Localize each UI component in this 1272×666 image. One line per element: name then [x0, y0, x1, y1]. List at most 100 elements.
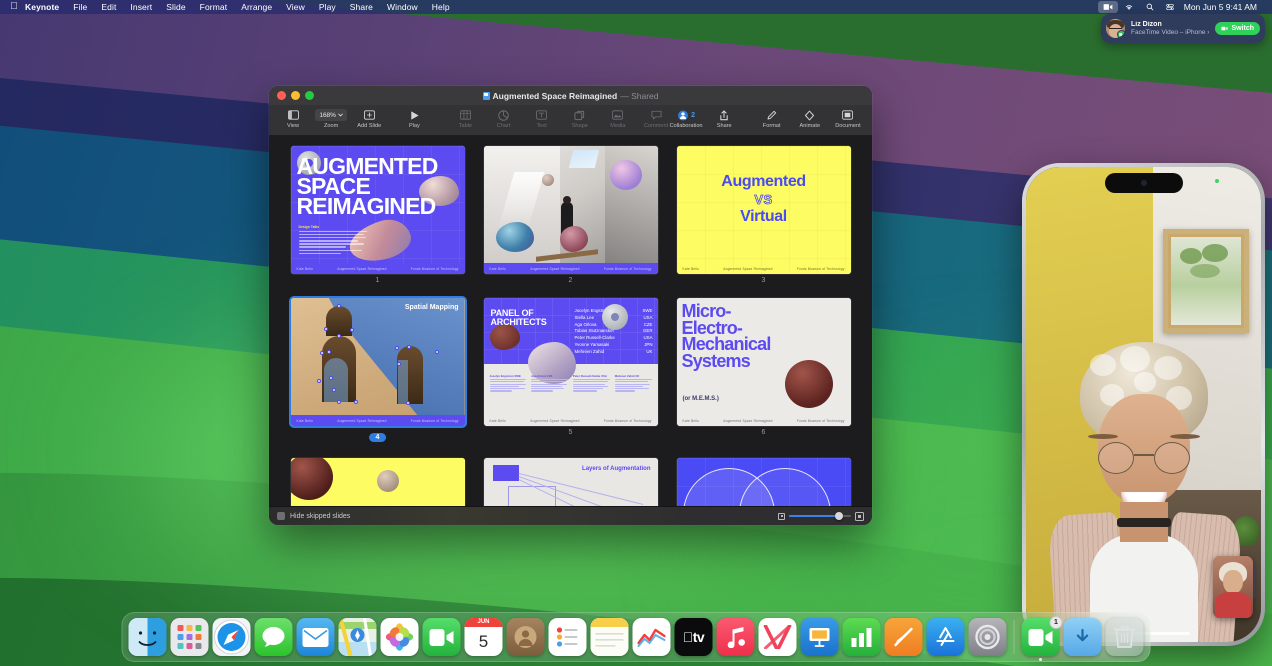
dock-item-safari[interactable] [213, 618, 251, 656]
dock-item-notes[interactable] [591, 618, 629, 656]
hide-skipped-slides-checkbox[interactable] [277, 512, 285, 520]
slide2-blob-red [560, 226, 588, 252]
slide-thumbnail-6[interactable]: Micro- Electro- Mechanical Systems (or M… [677, 298, 851, 426]
dock-item-app-store[interactable] [927, 618, 965, 656]
slide-cell-5[interactable]: PANEL OF ARCHITECTS Jocelyn EngstromSWE … [484, 298, 658, 444]
slide-thumbnail-9[interactable]: PHYSICAL AUGMENTED VIRTUAL [677, 458, 851, 506]
menu-item-view[interactable]: View [279, 0, 312, 14]
toolbar-comment-button[interactable]: Comment [641, 108, 671, 129]
slide-thumbnail-5[interactable]: PANEL OF ARCHITECTS Jocelyn EngstromSWE … [484, 298, 658, 426]
toolbar-text-button[interactable]: Text [527, 108, 557, 129]
dock-item-facetime-call[interactable]: 1 [1022, 618, 1060, 656]
dock-item-launchpad[interactable] [171, 618, 209, 656]
slide-cell-7[interactable]: AUGO 7 [291, 458, 465, 506]
menu-item-edit[interactable]: Edit [94, 0, 123, 14]
dock-item-music[interactable] [717, 618, 755, 656]
menu-item-arrange[interactable]: Arrange [234, 0, 279, 14]
zoom-select[interactable]: 168% [315, 109, 347, 121]
dock-item-maps[interactable] [339, 618, 377, 656]
toolbar-play-button[interactable]: Play [399, 108, 429, 129]
slide-thumbnail-2[interactable]: Kate Bello Augmented Space Reimagined Fo… [484, 146, 658, 274]
toolbar-document-button[interactable]: Document [833, 108, 863, 129]
switch-button-label: Switch [1231, 25, 1254, 32]
toolbar-format-button[interactable]: Format [757, 108, 787, 129]
menu-item-play[interactable]: Play [312, 0, 343, 14]
dock-item-news[interactable] [759, 618, 797, 656]
toolbar-collaboration-button[interactable]: 2 Collaboration [671, 108, 701, 129]
menu-item-insert[interactable]: Insert [123, 0, 159, 14]
facetime-notification-banner[interactable]: Liz Dizon FaceTime Video – iPhone › Swit… [1101, 14, 1265, 43]
search-icon[interactable] [1140, 0, 1160, 14]
slide-thumbnail-7[interactable]: AUGO [291, 458, 465, 506]
slide-cell-3[interactable]: Augmented VS Virtual Kate Bello Augmente… [677, 146, 851, 284]
slide-cell-1[interactable]: AUGMENTED SPACE REIMAGINED Design Talks [291, 146, 465, 284]
slide-thumbnail-4[interactable]: Spatial Mapping [291, 298, 465, 426]
dock-item-keynote[interactable] [801, 618, 839, 656]
toolbar-media-button[interactable]: Media [603, 108, 633, 129]
slide-cell-4[interactable]: Spatial Mapping [291, 298, 465, 444]
thumbnail-size-slider[interactable] [789, 515, 851, 517]
menu-item-format[interactable]: Format [193, 0, 235, 14]
toolbar-view-button[interactable]: View [278, 108, 308, 129]
dock-item-apple-tv[interactable]: tv [675, 618, 713, 656]
wifi-icon[interactable] [1118, 0, 1140, 14]
menu-bar-clock[interactable]: Mon Jun 5 9:41 AM [1180, 0, 1263, 14]
toolbar-add-slide-button[interactable]: Add Slide [354, 108, 384, 129]
toolbar-share-button[interactable]: Share [709, 108, 739, 129]
dock-item-stocks[interactable] [633, 618, 671, 656]
dock-item-photos[interactable] [381, 618, 419, 656]
slide-cell-6[interactable]: Micro- Electro- Mechanical Systems (or M… [677, 298, 851, 444]
menu-item-help[interactable]: Help [425, 0, 457, 14]
menu-item-keynote[interactable]: Keynote [18, 0, 66, 14]
dock-item-mail[interactable] [297, 618, 335, 656]
dock-item-pages[interactable] [885, 618, 923, 656]
dock-item-system-settings[interactable] [969, 618, 1007, 656]
toolbar-zoom-control[interactable]: 168% Zoom [316, 108, 346, 129]
dock-item-finder[interactable] [129, 618, 167, 656]
slide-cell-9[interactable]: PHYSICAL AUGMENTED VIRTUAL 9 [677, 458, 851, 506]
dock[interactable]: JUN 5 tv [122, 612, 1151, 662]
video-icon[interactable] [1098, 1, 1118, 13]
menu-item-window[interactable]: Window [380, 0, 425, 14]
slide-thumbnail-8[interactable]: Layers of Augmentation [484, 458, 658, 506]
dock-item-numbers[interactable] [843, 618, 881, 656]
large-thumbnail-icon[interactable] [855, 512, 864, 521]
slide6-title: Micro- Electro- Mechanical Systems [682, 303, 846, 369]
slide5-footer: Kate Bello Augmented Space Reimagined Fo… [484, 415, 658, 426]
calendar-day: 5 [479, 627, 488, 656]
glasses-icon [1096, 442, 1192, 474]
toolbar-shape-label: Shape [572, 123, 588, 129]
toolbar-chart-button[interactable]: Chart [489, 108, 519, 129]
menu-item-file[interactable]: File [66, 0, 94, 14]
small-thumbnail-icon[interactable] [778, 513, 785, 520]
dock-item-reminders[interactable] [549, 618, 587, 656]
switch-button[interactable]: Switch [1215, 22, 1260, 35]
slide-cell-2[interactable]: Kate Bello Augmented Space Reimagined Fo… [484, 146, 658, 284]
dock-item-contacts[interactable] [507, 618, 545, 656]
slide-number-4: 4 [369, 433, 387, 442]
dock-item-facetime[interactable] [423, 618, 461, 656]
dock-item-downloads-folder[interactable] [1064, 618, 1102, 656]
toolbar-table-button[interactable]: Table [450, 108, 480, 129]
control-center-icon[interactable] [1160, 0, 1180, 14]
panel-row: Mehreen ZahidUK [575, 349, 653, 356]
slide-navigator[interactable]: AUGMENTED SPACE REIMAGINED Design Talks [269, 136, 872, 506]
window-titlebar[interactable]: Augmented Space Reimagined — Shared [269, 86, 872, 105]
slider-knob[interactable] [835, 512, 843, 520]
dock-item-calendar[interactable]: JUN 5 [465, 618, 503, 656]
toolbar-shape-button[interactable]: Shape [565, 108, 595, 129]
toolbar-animate-button[interactable]: Animate [795, 108, 825, 129]
iphone-screen[interactable] [1026, 167, 1261, 642]
dock-item-trash[interactable] [1106, 618, 1144, 656]
slide5-torus [602, 304, 628, 330]
slide-cell-8[interactable]: Layers of Augmentation 8 [484, 458, 658, 506]
apple-logo-icon[interactable]:  [6, 0, 18, 14]
keynote-window[interactable]: Augmented Space Reimagined — Shared View… [269, 86, 872, 525]
menu-item-slide[interactable]: Slide [159, 0, 192, 14]
slide-thumbnail-3[interactable]: Augmented VS Virtual Kate Bello Augmente… [677, 146, 851, 274]
iphone-facetime-overlay[interactable] [1022, 163, 1265, 646]
menu-item-share[interactable]: Share [343, 0, 380, 14]
dock-item-messages[interactable] [255, 618, 293, 656]
facetime-self-view[interactable] [1213, 556, 1253, 618]
slide-thumbnail-1[interactable]: AUGMENTED SPACE REIMAGINED Design Talks [291, 146, 465, 274]
